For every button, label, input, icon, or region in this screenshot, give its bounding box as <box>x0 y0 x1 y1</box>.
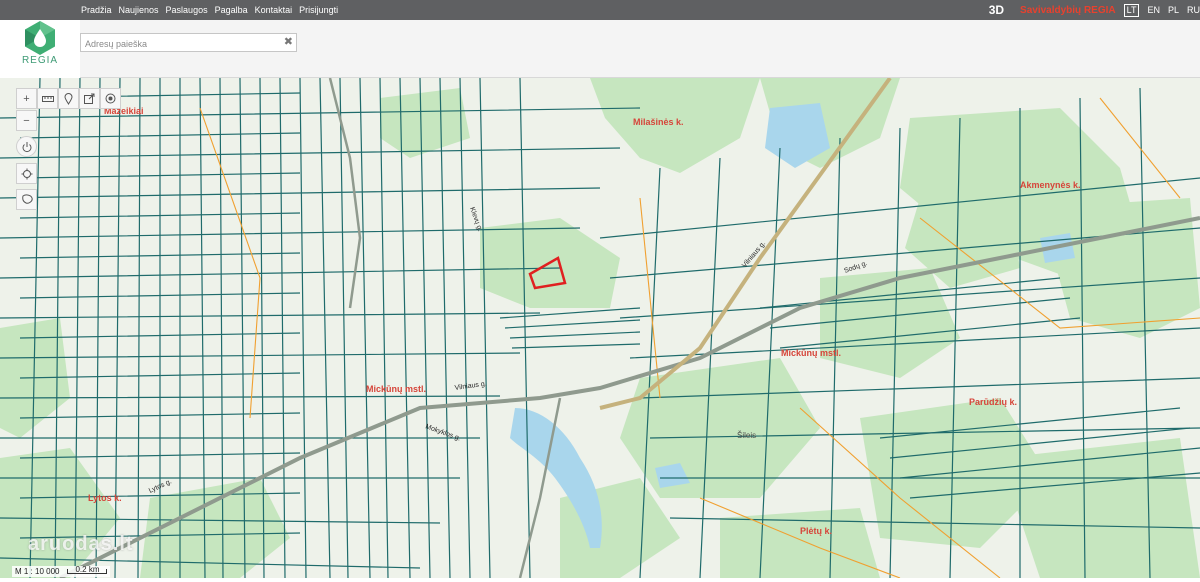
export-tool[interactable] <box>79 88 100 109</box>
map-toolbar: + <box>16 88 121 109</box>
measure-tool[interactable] <box>37 88 58 109</box>
lang-lt[interactable]: LT <box>1123 3 1140 17</box>
gps-tool[interactable] <box>16 163 37 184</box>
export-icon <box>84 93 95 104</box>
top-nav-bar: Pradžia Naujienos Paslaugos Pagalba Kont… <box>0 0 1200 20</box>
logo-text: REGIA <box>21 55 59 66</box>
label-akmenynes: Akmenynės k. <box>1020 180 1081 190</box>
location-tool[interactable] <box>58 88 79 109</box>
power-tool[interactable] <box>16 136 37 157</box>
lasso-icon <box>21 194 33 204</box>
lang-ru[interactable]: RU <box>1187 5 1200 15</box>
address-search: ✖ <box>80 33 297 53</box>
nav-pagalba[interactable]: Pagalba <box>215 5 248 15</box>
zoom-in-button[interactable]: + <box>16 88 37 109</box>
nav-paslaugos[interactable]: Paslaugos <box>166 5 208 15</box>
pin-icon <box>64 92 73 105</box>
lang-pl[interactable]: PL <box>1168 5 1179 15</box>
power-icon <box>22 141 31 152</box>
main-menu: Pradžia Naujienos Paslaugos Pagalba Kont… <box>81 0 338 20</box>
area-select-tool[interactable] <box>16 189 37 210</box>
label-parudziu: Parūdžių k. <box>969 397 1017 407</box>
right-nav: 3D Savivaldybių REGIA LT EN PL RU <box>989 0 1200 20</box>
scale-ratio: M 1 : 10 000 <box>15 567 60 576</box>
label-pletu: Plėtų k. <box>800 526 832 536</box>
scale-bar: 0.2 km <box>67 566 108 574</box>
target-icon <box>105 93 116 104</box>
regia-logo-icon <box>25 21 55 55</box>
address-search-input[interactable] <box>81 35 276 53</box>
label-mickunu-west: Mickūnų mstl. <box>366 384 426 394</box>
label-mickunu-east: Mickūnų mstl. <box>781 348 841 358</box>
label-sileis: Šileis <box>737 431 756 440</box>
nav-prisijungti[interactable]: Prisijungti <box>299 5 338 15</box>
scale-distance: 0.2 km <box>75 565 100 574</box>
map-scale: M 1 : 10 000 0.2 km <box>12 566 111 577</box>
cadastral-map[interactable]: Mažeikiai Milašinės k. Akmenynės k. Mick… <box>0 78 1200 578</box>
ruler-icon <box>41 95 54 102</box>
zoom-out-button[interactable]: − <box>16 110 37 131</box>
clear-search-icon[interactable]: ✖ <box>284 35 293 48</box>
nav-naujienos[interactable]: Naujienos <box>119 5 159 15</box>
label-milasines: Milašinės k. <box>633 117 684 127</box>
nav-kontaktai[interactable]: Kontaktai <box>255 5 293 15</box>
header: REGIA ✖ <box>0 20 1200 78</box>
brand-link[interactable]: Savivaldybių REGIA <box>1020 5 1116 16</box>
bottom-strip <box>0 578 1200 582</box>
logo[interactable]: REGIA <box>0 20 80 78</box>
crosshair-icon <box>21 168 32 179</box>
lang-en[interactable]: EN <box>1147 5 1160 15</box>
map-canvas[interactable]: Mažeikiai Milašinės k. Akmenynės k. Mick… <box>0 78 1200 578</box>
target-tool[interactable] <box>100 88 121 109</box>
label-lytos: Lytos k. <box>88 493 122 503</box>
regia-app: Pradžia Naujienos Paslaugos Pagalba Kont… <box>0 0 1200 582</box>
nav-pradzia[interactable]: Pradžia <box>81 5 112 15</box>
watermark: aruodas.lt <box>28 533 134 555</box>
three-d-button[interactable]: 3D <box>989 3 1004 17</box>
